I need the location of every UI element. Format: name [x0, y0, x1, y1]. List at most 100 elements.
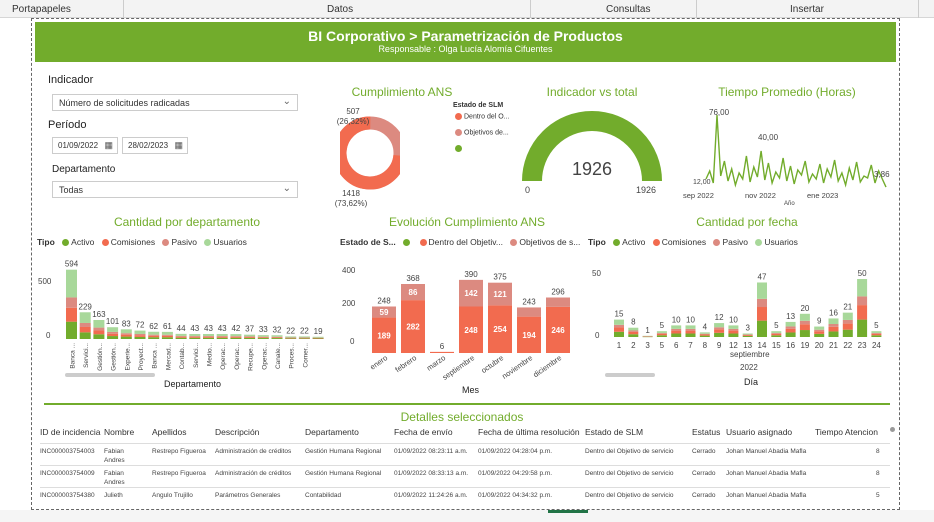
dept-bar-activo[interactable]: [244, 337, 256, 339]
dept-bar-activo[interactable]: [175, 337, 187, 339]
departamento-dropdown[interactable]: Todas ⌄: [52, 181, 298, 198]
dept-bar-activo[interactable]: [107, 336, 119, 339]
dept-bar-comisiones[interactable]: [175, 336, 187, 338]
dept-bar-pasivo[interactable]: [244, 336, 256, 338]
dept-bar-usuarios[interactable]: [203, 333, 214, 336]
dept-bar-pasivo[interactable]: [66, 297, 77, 308]
table-row[interactable]: INC000003754009 Fabian Andres Restrepo Fig…: [40, 465, 890, 487]
dept-bar-comisiones[interactable]: [244, 337, 256, 338]
dept-bar-activo[interactable]: [134, 336, 146, 339]
dept-bar-activo[interactable]: [120, 336, 132, 339]
fecha-bar-pasivo[interactable]: [842, 319, 853, 324]
dept-bar-comisiones[interactable]: [148, 335, 160, 338]
dept-bar-usuarios[interactable]: [298, 336, 310, 338]
fecha-bar-pasivo[interactable]: [828, 324, 839, 327]
table-scroll-thumb[interactable]: [890, 427, 895, 432]
fecha-bar-pasivo[interactable]: [871, 332, 882, 334]
fecha-bar-comisiones[interactable]: [714, 329, 725, 333]
fecha-bar-usuarios[interactable]: [785, 321, 796, 327]
fecha-bar-comisiones[interactable]: [842, 323, 853, 330]
dept-bar-usuarios[interactable]: [148, 331, 160, 335]
fecha-bar-comisiones[interactable]: [785, 328, 796, 333]
fecha-bar-usuarios[interactable]: [871, 331, 882, 333]
fecha-bar-pasivo[interactable]: [614, 324, 624, 328]
fecha-bar-activo[interactable]: [828, 331, 839, 337]
fecha-bar-usuarios[interactable]: [642, 335, 653, 337]
legend-pasivo[interactable]: Pasivo: [722, 237, 748, 247]
ans-legend-item-objetivos[interactable]: Objetivos de...: [450, 129, 509, 136]
table-header-cell[interactable]: Departamento: [305, 427, 359, 437]
dept-bar-comisiones[interactable]: [230, 336, 242, 338]
fecha-bar-usuarios[interactable]: [628, 327, 639, 331]
fecha-bar-comisiones[interactable]: [771, 333, 782, 336]
dept-bar-comisiones[interactable]: [79, 326, 91, 333]
fecha-bar-activo[interactable]: [699, 335, 710, 337]
dept-bar-usuarios[interactable]: [312, 336, 324, 338]
table-header-cell[interactable]: Nombre: [104, 427, 134, 437]
evo-bar-objetivos[interactable]: [517, 307, 541, 317]
fecha-bar-activo[interactable]: [671, 333, 682, 337]
dept-bar-comisiones[interactable]: [203, 336, 214, 338]
dept-bar-pasivo[interactable]: [189, 335, 201, 337]
fecha-bar-usuarios[interactable]: [699, 332, 710, 334]
dept-bar-activo[interactable]: [161, 337, 173, 339]
ribbon-datos[interactable]: Datos: [327, 4, 353, 15]
fecha-bar-comisiones[interactable]: [699, 334, 710, 336]
ribbon-portapapeles[interactable]: Portapapeles: [12, 4, 71, 15]
dept-bar-activo[interactable]: [271, 338, 283, 339]
dept-bar-comisiones[interactable]: [271, 337, 283, 339]
fecha-bar-comisiones[interactable]: [757, 307, 767, 321]
fecha-bar-usuarios[interactable]: [814, 326, 825, 330]
dept-bar-pasivo[interactable]: [230, 336, 242, 337]
fecha-bar-activo[interactable]: [757, 320, 767, 337]
legend-usuarios[interactable]: Usuarios: [213, 237, 247, 247]
legend-comisiones[interactable]: Comisiones: [662, 237, 706, 247]
legend-pasivo[interactable]: Pasivo: [171, 237, 197, 247]
dept-bar-pasivo[interactable]: [257, 336, 269, 338]
dept-bar-usuarios[interactable]: [161, 331, 173, 335]
table-header-cell[interactable]: Descripción: [215, 427, 259, 437]
dept-bar-pasivo[interactable]: [175, 335, 187, 337]
date-from-input[interactable]: 01/09/2022 ▦: [52, 137, 118, 154]
fecha-bar-pasivo[interactable]: [757, 298, 767, 308]
dept-bar-usuarios[interactable]: [257, 335, 269, 337]
legend-dentro[interactable]: Dentro del Objetiv...: [429, 237, 504, 247]
fecha-bar-usuarios[interactable]: [757, 282, 767, 299]
fecha-bar-pasivo[interactable]: [728, 328, 739, 331]
fecha-bar-comisiones[interactable]: [814, 331, 825, 334]
dept-bar-usuarios[interactable]: [107, 327, 119, 332]
indicador-dropdown[interactable]: Número de solicitudes radicadas ⌄: [52, 94, 298, 111]
dept-bar-usuarios[interactable]: [175, 333, 187, 336]
dept-bar-usuarios[interactable]: [216, 333, 228, 336]
fecha-bar-activo[interactable]: [814, 333, 825, 337]
dept-bar-activo[interactable]: [79, 332, 91, 339]
evo-bar-objetivos[interactable]: [546, 297, 570, 307]
fecha-bar-usuarios[interactable]: [685, 325, 696, 329]
fecha-bar-usuarios[interactable]: [771, 331, 782, 333]
table-header-cell[interactable]: Estatus: [692, 427, 720, 437]
fecha-bar-activo[interactable]: [871, 335, 882, 337]
dept-bar-usuarios[interactable]: [79, 312, 91, 323]
table-header-cell[interactable]: Fecha de envío: [394, 427, 453, 437]
fecha-bar-comisiones[interactable]: [614, 327, 624, 332]
fecha-bar-pasivo[interactable]: [671, 328, 682, 331]
fecha-bar-pasivo[interactable]: [814, 329, 825, 332]
table-header-cell[interactable]: ID de incidencia: [40, 427, 100, 437]
fecha-bar-comisiones[interactable]: [728, 330, 739, 334]
dept-bar-pasivo[interactable]: [79, 322, 91, 327]
fecha-bar-usuarios[interactable]: [828, 318, 839, 325]
legend-objetivos[interactable]: Objetivos de s...: [519, 237, 580, 247]
table-header-cell[interactable]: Fecha de última resolución: [478, 427, 580, 437]
dept-bar-comisiones[interactable]: [216, 336, 228, 338]
fecha-bar-pasivo[interactable]: [685, 328, 696, 331]
dept-bar-activo[interactable]: [189, 337, 201, 339]
date-to-input[interactable]: 28/02/2023 ▦: [122, 137, 188, 154]
dept-bar-pasivo[interactable]: [312, 337, 324, 339]
dept-bar-pasivo[interactable]: [271, 336, 283, 338]
dept-bar-pasivo[interactable]: [93, 327, 105, 331]
legend-usuarios[interactable]: Usuarios: [764, 237, 798, 247]
table-header-cell[interactable]: Estado de SLM: [585, 427, 643, 437]
dept-bar-pasivo[interactable]: [134, 333, 146, 336]
fecha-bar-pasivo[interactable]: [771, 332, 782, 334]
fecha-bar-usuarios[interactable]: [714, 323, 725, 328]
